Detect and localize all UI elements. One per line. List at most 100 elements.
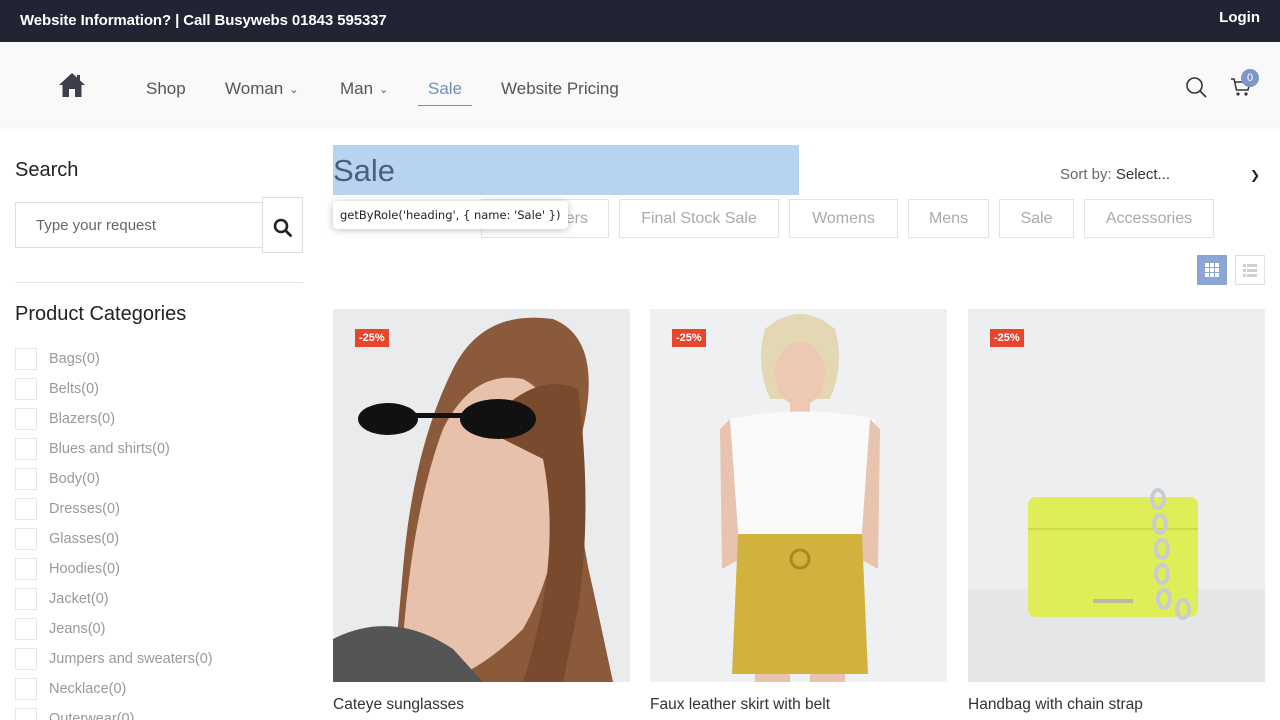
category-checkbox[interactable] [15, 408, 37, 430]
category-checkbox[interactable] [15, 558, 37, 580]
search-icon [273, 218, 292, 237]
category-checkbox[interactable] [15, 348, 37, 370]
category-label: Jeans(0) [49, 621, 106, 637]
filter-label: Accessories [1105, 210, 1193, 227]
heading-highlight [333, 145, 799, 195]
category-item[interactable]: Body(0) [15, 464, 213, 494]
product-photo-skirt [650, 309, 947, 682]
category-label: Belts(0) [49, 381, 99, 397]
category-checkbox[interactable] [15, 438, 37, 460]
product-name[interactable]: Handbag with chain strap [968, 696, 1265, 714]
nav-man-label: Man [340, 79, 374, 98]
category-label: Body(0) [49, 471, 100, 487]
top-info-bar: Website Information? | Call Busywebs 018… [0, 0, 1280, 42]
category-label: Bags(0) [49, 351, 100, 367]
sidebar-divider [15, 282, 303, 283]
home-icon[interactable] [58, 72, 86, 98]
category-item[interactable]: Blues and shirts(0) [15, 434, 213, 464]
category-item[interactable]: Outerwear(0) [15, 704, 213, 720]
category-label: Glasses(0) [49, 531, 120, 547]
category-item[interactable]: Necklace(0) [15, 674, 213, 704]
grid-view-button[interactable] [1197, 255, 1227, 285]
sort-dropdown[interactable]: Sort by: Select... [1060, 166, 1170, 183]
discount-badge: -25% [355, 329, 389, 347]
category-label: Necklace(0) [49, 681, 127, 697]
nav-shop[interactable]: Shop [146, 79, 186, 99]
category-checkbox[interactable] [15, 708, 37, 720]
nav-sale[interactable]: Sale [418, 79, 473, 106]
product-card[interactable]: -25% Faux leather skirt with belt [650, 309, 947, 714]
nav-sale-label: Sale [428, 79, 463, 98]
product-photo-sunglasses [333, 309, 630, 682]
filter-label: Womens [812, 210, 875, 227]
nav-website-pricing[interactable]: Website Pricing [501, 79, 619, 99]
nav-website-pricing-label: Website Pricing [501, 79, 619, 98]
category-label: Blazers(0) [49, 411, 116, 427]
contact-info: Website Information? | Call Busywebs 018… [20, 12, 387, 29]
search-submit-button[interactable] [262, 197, 303, 253]
nav-man[interactable]: Man ⌄ [340, 79, 388, 99]
filter-final-stock-sale[interactable]: Final Stock Sale [619, 199, 779, 238]
product-name[interactable]: Cateye sunglasses [333, 696, 630, 714]
category-checkbox[interactable] [15, 648, 37, 670]
chevron-down-icon: ⌄ [379, 84, 389, 97]
main-header: Shop Woman ⌄ Man ⌄ Sale Website Pricing 0 [0, 42, 1280, 126]
product-card[interactable]: -25% Handbag with chain strap [968, 309, 1265, 714]
search-title: Search [15, 159, 79, 181]
search-box [15, 202, 263, 248]
category-item[interactable]: Jeans(0) [15, 614, 213, 644]
category-item[interactable]: Dresses(0) [15, 494, 213, 524]
chevron-down-icon[interactable]: ❯ [1250, 168, 1260, 182]
product-image[interactable]: -25% [968, 309, 1265, 682]
category-item[interactable]: Blazers(0) [15, 404, 213, 434]
locator-tooltip: getByRole('heading', { name: 'Sale' }) [333, 201, 568, 229]
chevron-down-icon: ⌄ [289, 84, 299, 97]
category-list: Bags(0) Belts(0) Blazers(0) Blues and sh… [15, 344, 213, 720]
category-item[interactable]: Hoodies(0) [15, 554, 213, 584]
grid-icon [1205, 263, 1219, 277]
category-item[interactable]: Bags(0) [15, 344, 213, 374]
category-checkbox[interactable] [15, 498, 37, 520]
page-title: Sale [333, 153, 396, 188]
discount-badge: -25% [672, 329, 706, 347]
category-item[interactable]: Jacket(0) [15, 584, 213, 614]
product-image[interactable]: -25% [333, 309, 630, 682]
nav-woman[interactable]: Woman ⌄ [225, 79, 298, 99]
discount-badge: -25% [990, 329, 1024, 347]
category-checkbox[interactable] [15, 528, 37, 550]
category-item[interactable]: Glasses(0) [15, 524, 213, 554]
search-icon[interactable] [1185, 76, 1207, 98]
product-categories-title: Product Categories [15, 303, 187, 325]
list-view-button[interactable] [1235, 255, 1265, 285]
product-card[interactable]: -25% Cateye sunglasses [333, 309, 630, 714]
category-checkbox[interactable] [15, 468, 37, 490]
category-checkbox[interactable] [15, 378, 37, 400]
list-icon [1243, 264, 1257, 277]
product-name[interactable]: Faux leather skirt with belt [650, 696, 947, 714]
login-link[interactable]: Login [1219, 9, 1260, 26]
category-label: Blues and shirts(0) [49, 441, 170, 457]
category-checkbox[interactable] [15, 618, 37, 640]
filter-label: Sale [1020, 210, 1053, 227]
category-label: Jumpers and sweaters(0) [49, 651, 213, 667]
category-label: Dresses(0) [49, 501, 120, 517]
product-image[interactable]: -25% [650, 309, 947, 682]
nav-woman-label: Woman [225, 79, 284, 98]
filter-mens[interactable]: Mens [908, 199, 989, 238]
filter-label: Final Stock Sale [641, 210, 757, 227]
category-item[interactable]: Jumpers and sweaters(0) [15, 644, 213, 674]
sort-label: Sort by: [1060, 166, 1112, 183]
nav-shop-label: Shop [146, 79, 186, 98]
filter-womens[interactable]: Womens [789, 199, 898, 238]
filter-sale[interactable]: Sale [999, 199, 1074, 238]
category-item[interactable]: Belts(0) [15, 374, 213, 404]
sort-value: Select... [1115, 166, 1171, 183]
product-photo-handbag [968, 309, 1265, 682]
category-label: Hoodies(0) [49, 561, 120, 577]
category-label: Outerwear(0) [49, 711, 135, 720]
filter-label: Mens [928, 210, 969, 227]
filter-accessories[interactable]: Accessories [1084, 199, 1214, 238]
category-checkbox[interactable] [15, 678, 37, 700]
search-input[interactable] [16, 203, 263, 247]
category-checkbox[interactable] [15, 588, 37, 610]
